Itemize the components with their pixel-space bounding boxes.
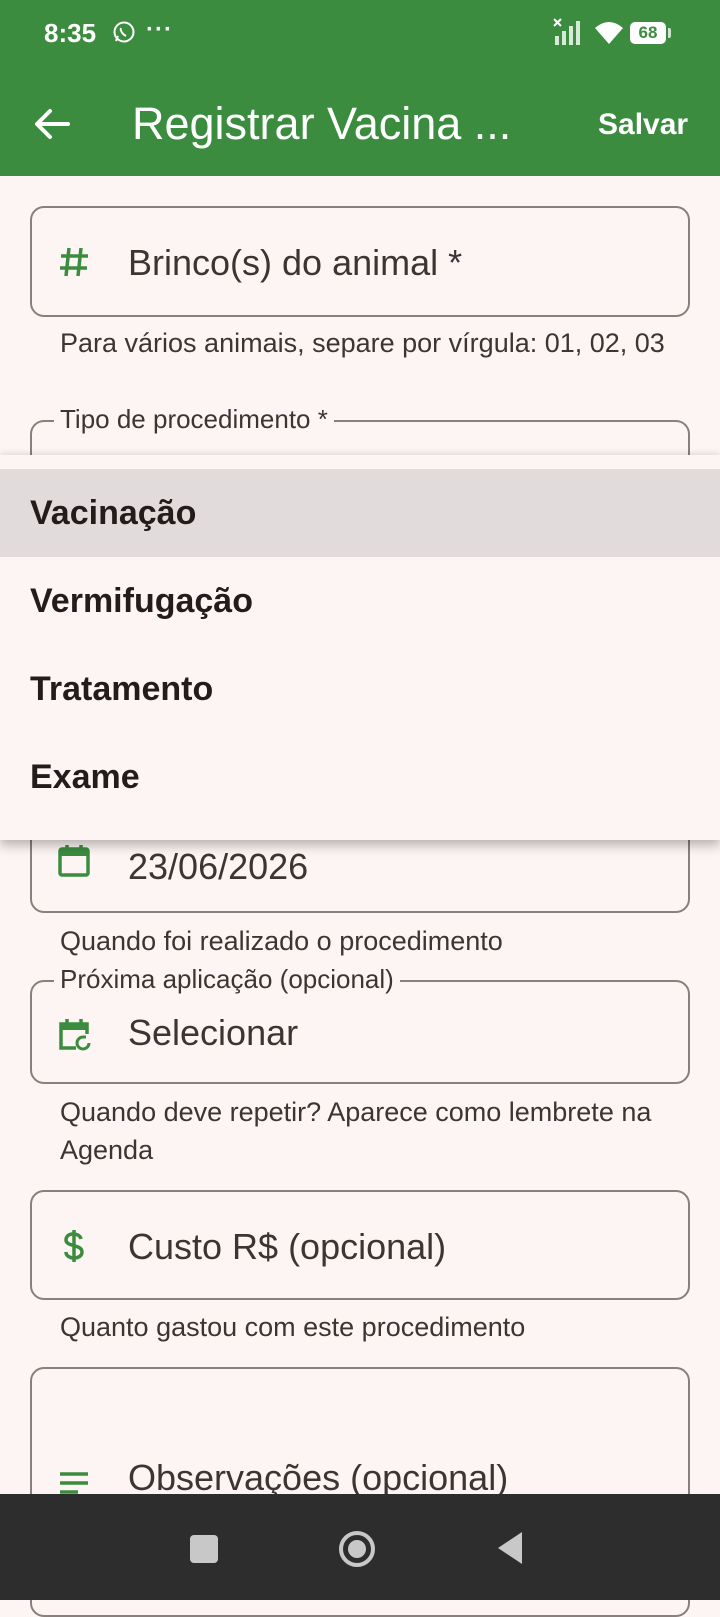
cost-helper: Quanto gastou com este procedimento	[60, 1312, 526, 1342]
date-helper: Quando foi realizado o procedimento	[60, 926, 503, 956]
notes-placeholder: Observações (opcional)	[128, 1457, 509, 1498]
recents-button[interactable]	[190, 1535, 218, 1563]
page-title: Registrar Vacina ...	[132, 98, 512, 149]
status-more-icon: ···	[146, 16, 173, 43]
procedure-type-label: Tipo de procedimento *	[54, 404, 334, 435]
earring-input[interactable]: Brinco(s) do animal *	[30, 206, 690, 317]
dollar-icon	[64, 1230, 84, 1262]
back-arrow-icon[interactable]	[30, 102, 74, 146]
next-application-helper: Quando deve repetir? Aparece como lembre…	[60, 1097, 652, 1165]
procedure-type-menu: Vacinação Vermifugação Tratamento Exame	[0, 455, 720, 840]
menu-item-tratamento[interactable]: Tratamento	[0, 645, 720, 733]
nav-back-button[interactable]	[494, 1530, 526, 1566]
app-bar: 8:35 ··· 68 Registrar Vacina ... Salvar	[0, 0, 720, 176]
whatsapp-icon	[113, 21, 135, 43]
cost-input[interactable]: Custo R$ (opcional)	[30, 1190, 690, 1300]
next-application-label: Próxima aplicação (opcional)	[54, 964, 400, 995]
menu-item-vacinacao[interactable]: Vacinação	[0, 469, 720, 557]
menu-item-exame[interactable]: Exame	[0, 733, 720, 821]
signal-icon	[553, 18, 580, 45]
cost-placeholder: Custo R$ (opcional)	[128, 1226, 447, 1267]
menu-item-vermifugacao[interactable]: Vermifugação	[0, 557, 720, 645]
battery-icon: 68	[630, 22, 671, 44]
calendar-icon	[58, 845, 90, 877]
earring-placeholder: Brinco(s) do animal *	[128, 242, 463, 283]
calendar-repeat-icon	[59, 1019, 91, 1051]
next-application-field[interactable]: Selecionar	[30, 980, 690, 1084]
wifi-icon	[595, 22, 623, 44]
hash-icon	[60, 247, 88, 277]
next-application-value: Selecionar	[128, 1012, 299, 1053]
date-value: 23/06/2026	[128, 846, 309, 887]
earring-helper: Para vários animais, separe por vírgula:…	[60, 328, 665, 358]
status-time: 8:35	[44, 18, 97, 48]
save-button[interactable]: Salvar	[598, 108, 688, 142]
home-button[interactable]	[338, 1530, 376, 1568]
